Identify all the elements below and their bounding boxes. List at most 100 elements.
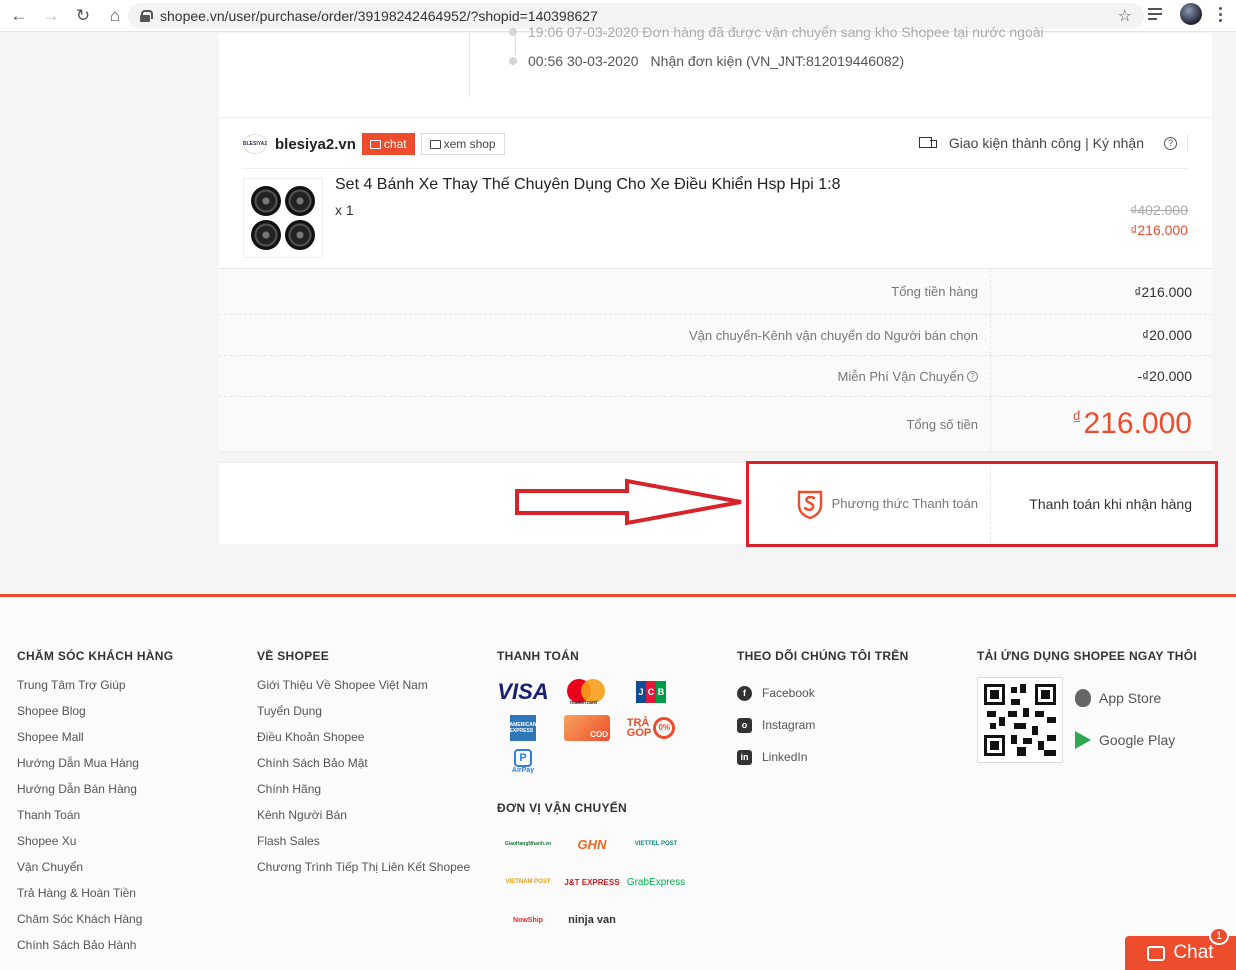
footer-link[interactable]: Điều Khoản Shopee [257, 729, 470, 755]
bookmark-star-icon[interactable]: ☆ [1118, 6, 1132, 26]
instagram-link[interactable]: o Instagram [737, 709, 909, 741]
footer-link[interactable]: Shopee Mall [17, 729, 173, 755]
help-icon[interactable]: ? [1164, 136, 1177, 150]
viettel-post-logo[interactable]: VIETTEL POST [625, 829, 687, 859]
ghn-logo[interactable]: GHN [561, 829, 623, 859]
footer-heading: CHĂM SÓC KHÁCH HÀNG [17, 649, 174, 663]
product-sale-price: ₫216.000 [1130, 222, 1188, 238]
footer-link[interactable]: Tuyển Dụng [257, 703, 470, 729]
product-image[interactable] [243, 178, 323, 258]
chat-notification-badge: 1 [1209, 927, 1229, 945]
reload-icon[interactable]: ↻ [70, 3, 96, 29]
mastercard-label: mastercard [570, 700, 597, 706]
facebook-link[interactable]: f Facebook [737, 677, 909, 709]
chat-button-label: chat [383, 137, 407, 151]
app-store-button[interactable]: App Store [1075, 677, 1175, 719]
google-play-button[interactable]: Google Play [1075, 719, 1175, 761]
instagram-icon: o [737, 717, 752, 733]
tracking-row-last: 00:56 30-03-2020 Nhận đơn kiện (VN_JNT:8… [509, 53, 904, 69]
cod-logo[interactable]: COD [561, 713, 613, 743]
profile-avatar[interactable] [1180, 3, 1202, 25]
footer-link[interactable]: Vận Chuyển [17, 859, 173, 885]
tracking-divider [469, 33, 470, 97]
amex-label: AMERICAN EXPRESS [510, 715, 536, 741]
help-icon[interactable]: ? [967, 370, 978, 382]
qr-code [977, 677, 1063, 763]
forward-icon[interactable]: → [38, 3, 64, 29]
linkedin-icon: in [737, 749, 752, 765]
facebook-label: Facebook [762, 686, 815, 700]
shop-logo[interactable]: BLESIYA2 [243, 134, 267, 154]
footer-link[interactable]: Shopee Xu [17, 833, 173, 859]
footer-link[interactable]: Chính Hãng [257, 781, 470, 807]
jcb-letter: J [636, 681, 646, 703]
visa-logo[interactable]: VISA [497, 677, 549, 707]
footer-link[interactable]: Chăm Sóc Khách Hàng [17, 911, 173, 937]
shop-icon [429, 139, 441, 149]
site-footer: CHĂM SÓC KHÁCH HÀNG Trung Tâm Trợ Giúp S… [0, 594, 1236, 970]
footer-download-app: TẢI ỨNG DỤNG SHOPEE NGAY THÔI App Store … [977, 649, 1197, 763]
footer-link[interactable]: Trả Hàng & Hoàn Tiền [17, 885, 173, 911]
airpay-icon: P [514, 749, 532, 767]
footer-link[interactable]: Chính Sách Bảo Mật [257, 755, 470, 781]
media-control-icon[interactable] [1148, 5, 1168, 23]
shop-name[interactable]: blesiya2.vn [275, 136, 356, 153]
grab-express-logo[interactable]: GrabExpress [625, 867, 687, 897]
menu-kebab-icon[interactable] [1212, 6, 1228, 22]
ninja-van-logo[interactable]: ninja van [561, 905, 623, 935]
view-shop-button[interactable]: xem shop [420, 133, 505, 155]
order-summary: Tổng tiền hàng ₫216.000 Vận chuyển-Kênh … [219, 268, 1212, 452]
footer-link[interactable]: Giới Thiệu Về Shopee Việt Nam [257, 677, 470, 703]
total-value: ₫ 216.000 [991, 397, 1212, 451]
linkedin-link[interactable]: in LinkedIn [737, 741, 909, 773]
ghn-giaohangnhanh-logo[interactable]: GiaoHangNhanh.vn [497, 829, 559, 859]
divider [243, 168, 1188, 169]
total-label: Tổng số tiền [219, 397, 991, 451]
footer-about: VỀ SHOPEE Giới Thiệu Về Shopee Việt Nam … [257, 649, 470, 885]
order-tracking-card: 19:06 07-03-2020 Đơn hàng đã được vận ch… [219, 24, 1212, 117]
shop-header: BLESIYA2 blesiya2.vn chat xem shop Giao … [219, 118, 1212, 170]
shop-order-section: BLESIYA2 blesiya2.vn chat xem shop Giao … [219, 117, 1212, 270]
footer-link[interactable]: Chính Sách Bảo Hành [17, 937, 173, 963]
summary-row-free-shipping: Miễn Phí Vận Chuyển ? -₫20.000 [219, 356, 1212, 397]
vietnam-post-logo[interactable]: VIETNAM POST [497, 867, 559, 897]
footer-payment: THANH TOÁN VISA mastercard J C B AMERICA… [497, 649, 687, 935]
summary-value: ₫216.000 [1134, 283, 1192, 300]
footer-follow: THEO DÕI CHÚNG TÔI TRÊN f Facebook o Insta… [737, 649, 909, 773]
chat-widget-label: Chat [1173, 942, 1214, 963]
product-item[interactable]: Set 4 Bánh Xe Thay Thế Chuyên Dụng Cho X… [219, 170, 1212, 270]
total-amount: 216.000 [1083, 407, 1192, 440]
footer-heading: ĐƠN VỊ VẬN CHUYỂN [497, 801, 628, 815]
footer-link[interactable]: Hướng Dẫn Bán Hàng [17, 781, 173, 807]
tracking-text: Nhận đơn kiện (VN_JNT:812019446082) [650, 53, 905, 69]
product-name[interactable]: Set 4 Bánh Xe Thay Thế Chuyên Dụng Cho X… [335, 176, 841, 194]
google-play-label: Google Play [1099, 732, 1176, 748]
nowship-logo[interactable]: NowShip [497, 905, 559, 935]
qr-code-image [984, 684, 1056, 756]
footer-link[interactable]: Chương Trình Tiếp Thị Liên Kết Shopee [257, 859, 470, 885]
summary-label: Miễn Phí Vận Chuyển ? [219, 356, 991, 396]
footer-link[interactable]: Kênh Người Bán [257, 807, 470, 833]
footer-link[interactable]: Shopee Blog [17, 703, 173, 729]
tragop-logo[interactable]: TRẢ GÓP 0% [625, 713, 677, 743]
airpay-logo[interactable]: P AirPay [497, 749, 549, 779]
mastercard-logo[interactable]: mastercard [561, 677, 613, 707]
facebook-icon: f [737, 685, 752, 701]
lock-icon [140, 10, 153, 22]
footer-link[interactable]: Flash Sales [257, 833, 470, 859]
footer-link[interactable]: Trung Tâm Trợ Giúp [17, 677, 173, 703]
tragop-text: GÓP [626, 727, 652, 739]
footer-link[interactable]: Thanh Toán [17, 807, 173, 833]
tragop-percent: 0% [653, 717, 676, 739]
footer-heading: THANH TOÁN [497, 649, 580, 663]
jcb-logo[interactable]: J C B [625, 677, 677, 707]
amex-logo[interactable]: AMERICAN EXPRESS [497, 713, 549, 743]
chat-button[interactable]: chat [361, 133, 415, 155]
home-icon[interactable]: ⌂ [102, 3, 128, 29]
summary-label: Vận chuyển-Kênh vận chuyển do Người bán … [219, 315, 991, 355]
linkedin-label: LinkedIn [762, 750, 808, 764]
jt-express-logo[interactable]: J&T EXPRESS [561, 867, 623, 897]
back-icon[interactable]: ← [6, 3, 32, 29]
footer-link[interactable]: Hướng Dẫn Mua Hàng [17, 755, 173, 781]
tracking-row-previous: 19:06 07-03-2020 Đơn hàng đã được vận ch… [509, 24, 1044, 40]
